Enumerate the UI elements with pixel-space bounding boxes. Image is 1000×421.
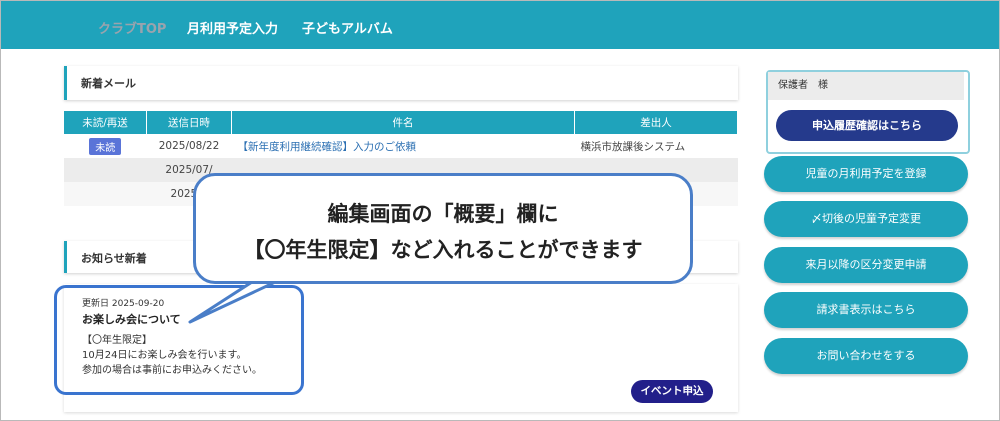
register-monthly-button[interactable]: 児童の月利用予定を登録 <box>764 156 968 192</box>
callout-line-2: 【〇年生限定】など入れることができます <box>243 238 643 262</box>
guardian-name: 保護者 様 <box>768 72 964 100</box>
invoice-button[interactable]: 請求書表示はこちら <box>764 292 968 328</box>
deadline-change-button[interactable]: 〆切後の児童予定変更 <box>764 201 968 237</box>
callout-bubble: 編集画面の「概要」欄に 【〇年生限定】など入れることができます <box>193 173 693 284</box>
contact-button[interactable]: お問い合わせをする <box>764 338 968 374</box>
history-button[interactable]: 申込履歴確認はこちら <box>776 110 958 141</box>
category-change-button[interactable]: 来月以降の区分変更申請 <box>764 247 968 283</box>
callout-line-1: 編集画面の「概要」欄に <box>327 202 559 226</box>
